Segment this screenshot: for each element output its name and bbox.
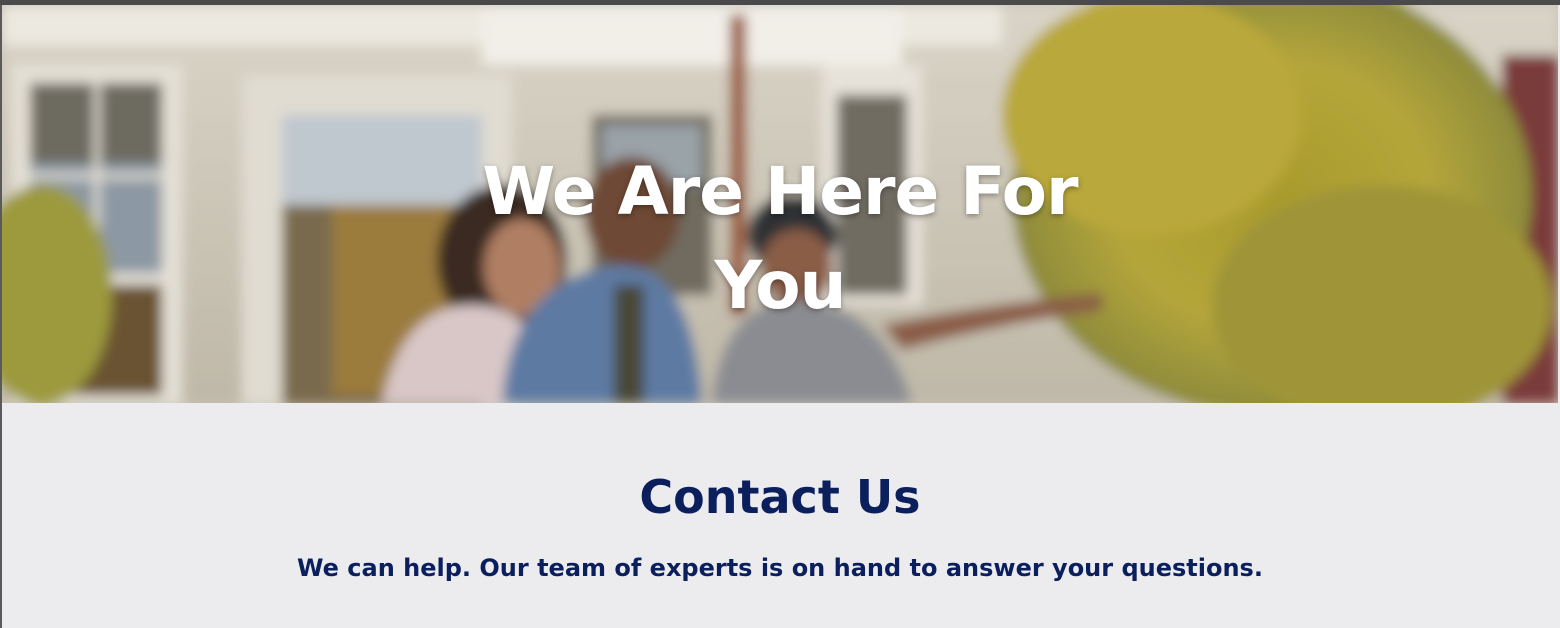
contact-section: Contact Us We can help. Our team of expe…: [2, 403, 1558, 628]
hero-banner: We Are Here For You: [2, 5, 1558, 403]
hero-heading: We Are Here For You: [2, 145, 1558, 333]
hero-heading-line1: We Are Here For: [482, 153, 1078, 230]
hero-heading-line2: You: [714, 247, 846, 324]
contact-subheading: We can help. Our team of experts is on h…: [297, 554, 1263, 582]
contact-heading: Contact Us: [639, 470, 921, 524]
page: We Are Here For You Contact Us We can he…: [0, 0, 1560, 628]
